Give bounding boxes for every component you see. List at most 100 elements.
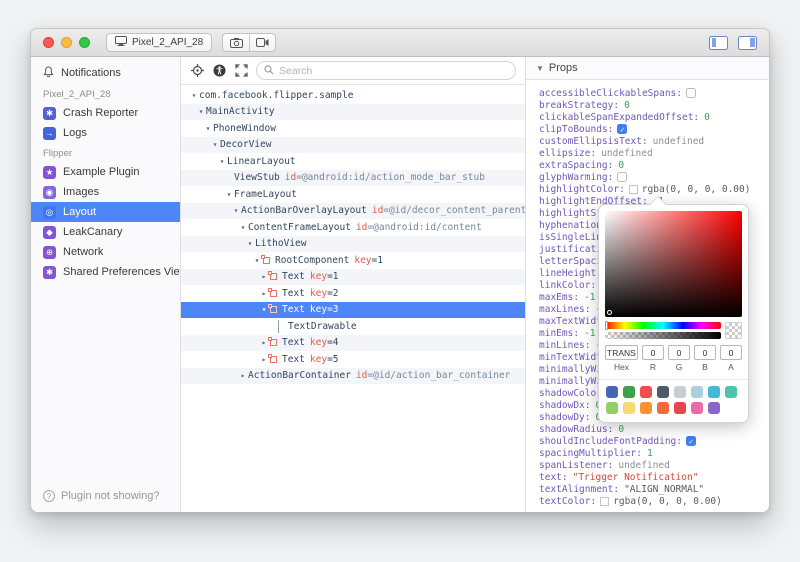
- prop-value[interactable]: 1: [647, 448, 653, 459]
- tree-node-text[interactable]: ▸ Text key =5: [181, 351, 525, 368]
- tree-disclosure-arrow[interactable]: ▾: [245, 239, 255, 248]
- prop-value[interactable]: undefined: [618, 460, 669, 471]
- props-header[interactable]: ▼ Props: [526, 57, 769, 80]
- sidebar-item-layout[interactable]: ◎ Layout: [31, 202, 180, 222]
- accessibility-icon[interactable]: [212, 64, 226, 78]
- checkbox-unchecked-icon[interactable]: [686, 88, 696, 98]
- sidebar-item-leakcanary[interactable]: ◆ LeakCanary: [31, 222, 180, 242]
- preset-color-swatch[interactable]: [640, 386, 652, 398]
- prop-row-customEllipsisText: customEllipsisText: undefined: [539, 135, 769, 147]
- tree-disclosure-arrow[interactable]: ▾: [238, 223, 248, 232]
- hue-slider[interactable]: [605, 321, 721, 330]
- screen-record-button[interactable]: [249, 34, 275, 51]
- search-input[interactable]: [279, 64, 508, 77]
- color-swatch[interactable]: [628, 184, 638, 194]
- tree-node-text[interactable]: ▸ Text key =2: [181, 285, 525, 302]
- prop-row-accessibleClickableSpans: accessibleClickableSpans:: [539, 87, 769, 99]
- preset-color-swatch[interactable]: [674, 402, 686, 414]
- tree-disclosure-arrow[interactable]: ▾: [224, 190, 234, 199]
- sidebar-item-images[interactable]: ◉ Images: [31, 182, 180, 202]
- minimize-window-button[interactable]: [61, 37, 72, 48]
- prop-value[interactable]: "Trigger Notification": [573, 472, 699, 483]
- preset-color-swatch[interactable]: [674, 386, 686, 398]
- prop-value[interactable]: 0: [624, 100, 630, 111]
- preset-color-swatch[interactable]: [657, 386, 669, 398]
- toggle-right-sidebar-button[interactable]: [738, 35, 757, 50]
- preset-color-swatch[interactable]: [623, 386, 635, 398]
- prop-value[interactable]: 0: [618, 424, 624, 435]
- green-field[interactable]: [668, 345, 690, 360]
- prop-value[interactable]: "ALIGN_NORMAL": [624, 484, 704, 495]
- tree-disclosure-arrow[interactable]: ▾: [217, 157, 227, 166]
- checkbox-checked-icon[interactable]: ✓: [686, 436, 696, 446]
- tree-node-linearlayout[interactable]: ▾ LinearLayout: [181, 153, 525, 170]
- checkbox-unchecked-icon[interactable]: [617, 172, 628, 182]
- tree-node-textdrawable[interactable]: TextDrawable: [181, 318, 525, 335]
- tree-node-mainactivity[interactable]: ▾ MainActivity: [181, 103, 525, 120]
- screenshot-button[interactable]: [223, 34, 249, 51]
- red-field[interactable]: [642, 345, 664, 360]
- sidebar-item-shared-preferences-viewer[interactable]: ✱ Shared Preferences Viewer: [31, 262, 180, 282]
- prop-value[interactable]: -1: [584, 292, 595, 303]
- blue-field[interactable]: [694, 345, 716, 360]
- tree-node-com-facebook-flipper-sample[interactable]: ▾ com.facebook.flipper.sample: [181, 87, 525, 104]
- prop-value[interactable]: -1: [584, 328, 595, 339]
- tree-node-rootcomponent[interactable]: ▾ RootComponent key =1: [181, 252, 525, 269]
- tree-disclosure-arrow[interactable]: ▾: [210, 140, 220, 149]
- expand-icon[interactable]: [234, 64, 248, 78]
- tree-node-framelayout[interactable]: ▾ FrameLayout: [181, 186, 525, 203]
- prop-value[interactable]: rgba(0, 0, 0, 0.00): [642, 184, 751, 195]
- sidebar-item-logs[interactable]: → Logs: [31, 123, 180, 143]
- tree-node-viewstub[interactable]: ViewStub id =@android:id/action_mode_bar_s…: [181, 169, 525, 186]
- tree-disclosure-arrow[interactable]: ▾: [203, 124, 213, 133]
- saturation-square[interactable]: [605, 211, 742, 317]
- prop-value[interactable]: 0: [704, 112, 710, 123]
- preset-color-swatch[interactable]: [606, 386, 618, 398]
- notifications-item[interactable]: Notifications: [31, 62, 180, 84]
- tree-disclosure-arrow[interactable]: ▾: [231, 206, 241, 215]
- tree-node-lithoview[interactable]: ▾ LithoView: [181, 235, 525, 252]
- prop-value[interactable]: undefined: [601, 148, 652, 159]
- zoom-window-button[interactable]: [79, 37, 90, 48]
- tree-disclosure-arrow[interactable]: ▾: [196, 107, 206, 116]
- close-window-button[interactable]: [43, 37, 54, 48]
- preset-color-swatch[interactable]: [640, 402, 652, 414]
- plugin-help-link[interactable]: ? Plugin not showing?: [43, 490, 159, 502]
- tree-node-name: ActionBarContainer: [248, 370, 351, 382]
- tree-node-phonewindow[interactable]: ▾ PhoneWindow: [181, 120, 525, 137]
- prop-value[interactable]: 0: [618, 160, 624, 171]
- prop-value[interactable]: rgba(0, 0, 0, 0.00): [613, 496, 722, 507]
- device-selector[interactable]: Pixel_2_API_28: [106, 33, 213, 52]
- tree-node-actionbaroverlaylayout[interactable]: ▾ ActionBarOverlayLayout id =@id/decor_cont…: [181, 202, 525, 219]
- preset-color-swatch[interactable]: [708, 402, 720, 414]
- tree-node-contentframelayout[interactable]: ▾ ContentFrameLayout id =@android:id/conten…: [181, 219, 525, 236]
- preset-color-swatch[interactable]: [691, 402, 703, 414]
- tree-node-text[interactable]: ▸ Text key =1: [181, 268, 525, 285]
- tree-node-actionbarcontainer[interactable]: ▸ ActionBarContainer id =@id/action_bar_con…: [181, 367, 525, 384]
- target-icon[interactable]: [190, 64, 204, 78]
- tree-node-decorview[interactable]: ▾ DecorView: [181, 136, 525, 153]
- sidebar-item-example-plugin[interactable]: ★ Example Plugin: [31, 162, 180, 182]
- alpha-field[interactable]: [720, 345, 742, 360]
- saturation-marker[interactable]: [607, 310, 612, 315]
- preset-color-swatch[interactable]: [691, 386, 703, 398]
- tree-node-text[interactable]: ▾ Text key =3: [181, 301, 525, 318]
- preset-color-swatch[interactable]: [657, 402, 669, 414]
- color-swatch[interactable]: [600, 496, 610, 506]
- tree-disclosure-arrow[interactable]: ▾: [189, 91, 199, 100]
- tree-node-text[interactable]: ▸ Text key =4: [181, 334, 525, 351]
- prop-name: clickableSpanExpandedOffset:: [539, 111, 700, 123]
- sidebar-item-crash-reporter[interactable]: ✱ Crash Reporter: [31, 103, 180, 123]
- prop-value[interactable]: undefined: [653, 136, 704, 147]
- checkbox-checked-icon[interactable]: ✓: [617, 124, 628, 134]
- hex-field[interactable]: [605, 345, 638, 360]
- tree-disclosure-arrow[interactable]: ▸: [238, 371, 248, 380]
- hue-marker[interactable]: [605, 321, 608, 330]
- preset-color-swatch[interactable]: [606, 402, 618, 414]
- preset-color-swatch[interactable]: [623, 402, 635, 414]
- toggle-left-sidebar-button[interactable]: [709, 35, 728, 50]
- preset-color-swatch[interactable]: [708, 386, 720, 398]
- sidebar-item-network[interactable]: ⊕ Network: [31, 242, 180, 262]
- alpha-slider[interactable]: [605, 332, 721, 339]
- preset-color-swatch[interactable]: [725, 386, 737, 398]
